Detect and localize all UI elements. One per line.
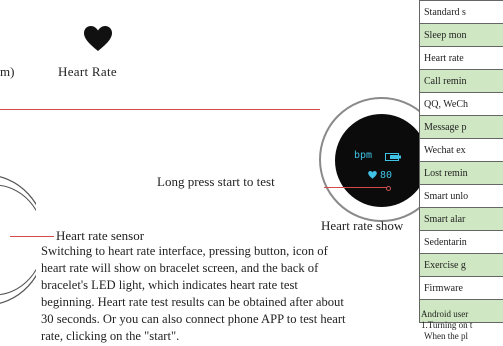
feature-cell: Message p xyxy=(419,115,503,139)
feature-cell: Call remin xyxy=(419,69,503,93)
table-row: Smart unlo xyxy=(419,184,503,208)
heart-rate-readout: 80 xyxy=(368,170,392,181)
table-row: Standard s xyxy=(419,0,503,24)
android-note-line: When the pl xyxy=(424,331,468,341)
table-row: Sedentarin xyxy=(419,230,503,254)
table-row: Message p xyxy=(419,115,503,139)
truncated-label: m) xyxy=(0,64,15,79)
pointer-line xyxy=(0,109,320,110)
feature-table: Standard s Sleep mon Heart rate Call remin Q… xyxy=(419,0,503,323)
feature-cell: Smart unlo xyxy=(419,184,503,208)
heart-icon xyxy=(84,26,112,51)
feature-cell: Wechat ex xyxy=(419,138,503,162)
feature-cell: QQ, WeCh xyxy=(419,92,503,116)
heart-rate-value: 80 xyxy=(380,170,393,181)
feature-cell: Lost remin xyxy=(419,161,503,185)
heart-rate-sensor-caption: Heart rate sensor xyxy=(56,228,145,243)
table-row: QQ, WeCh xyxy=(419,92,503,116)
battery-icon xyxy=(385,153,401,161)
feature-cell: Smart alar xyxy=(419,207,503,231)
android-note-line: 1.Turning on t xyxy=(421,320,473,330)
heart-icon xyxy=(368,171,377,179)
feature-cell: Firmware xyxy=(419,276,503,300)
android-note: Android user 1.Turning on t When the pl xyxy=(421,309,503,342)
table-row: Sleep mon xyxy=(419,23,503,47)
heart-rate-title: Heart Rate xyxy=(58,64,117,79)
table-row: Lost remin xyxy=(419,161,503,185)
long-press-caption: Long press start to test xyxy=(157,174,275,189)
band-edge-illustration xyxy=(0,176,36,304)
pointer-line xyxy=(324,187,387,188)
instructions-paragraph: Switching to heart rate interface, press… xyxy=(41,244,346,343)
bpm-label: bpm xyxy=(354,150,373,161)
android-note-line: Android user xyxy=(421,309,469,319)
table-row: Heart rate xyxy=(419,46,503,70)
feature-cell: Standard s xyxy=(419,0,503,24)
table-row: Exercise g xyxy=(419,253,503,277)
pointer-line xyxy=(10,236,54,237)
table-row: Smart alar xyxy=(419,207,503,231)
table-row: Firmware xyxy=(419,276,503,300)
bracelet-screen xyxy=(335,114,428,207)
feature-cell: Heart rate xyxy=(419,46,503,70)
feature-cell: Sedentarin xyxy=(419,230,503,254)
feature-cell: Sleep mon xyxy=(419,23,503,47)
table-row: Call remin xyxy=(419,69,503,93)
heart-rate-show-caption: Heart rate show xyxy=(321,218,404,233)
feature-cell: Exercise g xyxy=(419,253,503,277)
table-row: Wechat ex xyxy=(419,138,503,162)
